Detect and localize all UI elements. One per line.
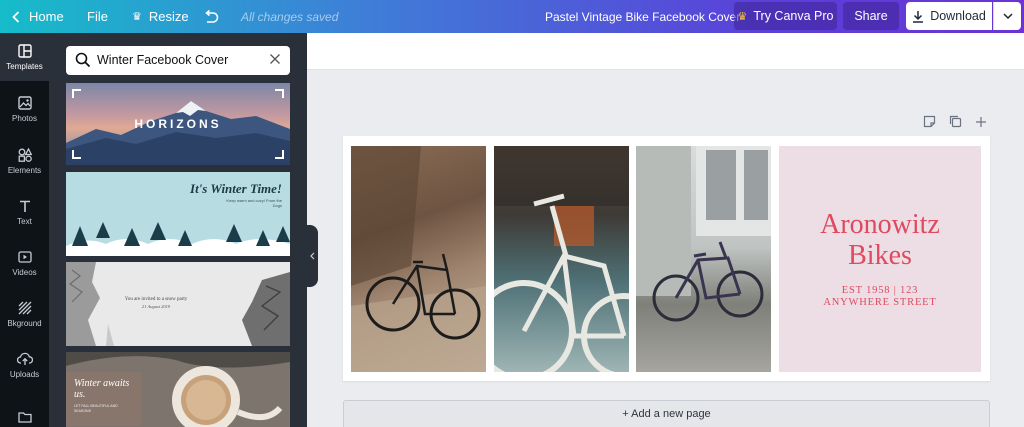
share-label: Share — [854, 9, 888, 23]
try-pro-button[interactable]: ♛ Try Canva Pro — [734, 2, 837, 30]
videos-icon — [17, 250, 32, 263]
chevron-left-icon — [309, 252, 314, 260]
sidebar-item-videos[interactable]: Videos — [0, 239, 49, 287]
template-line-1: You are invited to a snow party — [124, 297, 188, 302]
chevron-down-icon — [1002, 13, 1013, 19]
sidebar-item-label: Text — [17, 216, 32, 226]
brand-address-line-1: EST 1958 | 123 — [841, 285, 919, 296]
add-new-page-button[interactable]: + Add a new page — [343, 400, 990, 427]
home-label: Home — [29, 9, 64, 24]
text-icon — [19, 200, 30, 212]
bike-photo-2[interactable] — [494, 146, 629, 372]
page-notes-button[interactable] — [923, 115, 936, 131]
sidebar-item-uploads[interactable]: Uploads — [0, 341, 49, 389]
sidebar-item-label: Templates — [6, 61, 43, 71]
background-icon — [18, 301, 31, 314]
sidebar-item-label: Uploads — [9, 369, 40, 379]
brand-address[interactable]: EST 1958 | 123 ANYWHERE STREET — [779, 285, 981, 309]
design-canvas[interactable]: Aronowitz Bikes EST 1958 | 123 ANYWHERE … — [343, 136, 990, 381]
undo-icon — [205, 9, 219, 23]
side-rail: Templates Photos Elements Text Videos Bk… — [0, 33, 49, 427]
template-card-winter-awaits[interactable]: Winter awaits us. LET FALL BEAUTIFUL AND… — [66, 352, 290, 427]
sidebar-item-photos[interactable]: Photos — [0, 85, 49, 133]
search-input[interactable] — [97, 50, 257, 70]
template-card-snow-party[interactable]: You are invited to a snow party 21 Augus… — [66, 262, 290, 346]
file-menu[interactable]: File — [87, 0, 108, 33]
brand-title[interactable]: Aronowitz Bikes — [815, 209, 945, 271]
templates-panel: HORIZONS It's Winter Time! Keep warm and… — [49, 33, 307, 427]
close-icon[interactable] — [269, 53, 281, 65]
template-title: It's Winter Time! — [190, 181, 282, 196]
design-title[interactable]: Pastel Vintage Bike Facebook Cover — [545, 0, 740, 33]
chevron-left-icon — [12, 10, 20, 23]
sidebar-item-label: Videos — [12, 267, 37, 277]
template-title: HORIZONS — [134, 117, 222, 131]
template-card-winter-time[interactable]: It's Winter Time! Keep warm and cozy! Fr… — [66, 172, 290, 256]
sidebar-item-text[interactable]: Text — [0, 188, 49, 236]
template-subtitle: LET FALL BEAUTIFUL AND SEASONS — [74, 404, 118, 413]
download-button[interactable]: Download — [906, 2, 992, 30]
crown-icon: ♛ — [132, 11, 142, 23]
uploads-icon — [16, 352, 33, 365]
download-options-button[interactable] — [993, 2, 1021, 30]
sidebar-item-templates[interactable]: Templates — [0, 33, 49, 81]
download-label: Download — [930, 9, 986, 23]
elements-icon — [18, 147, 32, 162]
sidebar-item-label: Bkground — [7, 318, 42, 328]
templates-icon — [17, 43, 32, 58]
copy-icon — [949, 115, 962, 128]
sidebar-item-elements[interactable]: Elements — [0, 137, 49, 185]
template-line-2: 21 August 2019 — [141, 304, 171, 309]
plus-icon — [976, 117, 986, 127]
save-status: All changes saved — [241, 9, 339, 24]
template-subtitle: Keep warm and cozy! From the Dogs — [226, 198, 282, 208]
search-box — [66, 46, 290, 75]
brand-text-card[interactable]: Aronowitz Bikes EST 1958 | 123 ANYWHERE … — [779, 146, 981, 372]
bicycle-image — [636, 146, 771, 322]
file-label: File — [87, 9, 108, 24]
top-bar: Home File ♛ Resize All changes saved Pas… — [0, 0, 1024, 33]
duplicate-page-button[interactable] — [949, 115, 962, 131]
add-page-plus-button[interactable] — [975, 115, 987, 131]
folder-icon — [17, 412, 32, 423]
resize-button[interactable]: ♛ Resize — [132, 0, 189, 33]
bicycle-image — [494, 146, 629, 372]
resize-label: Resize — [148, 9, 189, 24]
undo-button[interactable] — [203, 0, 219, 33]
home-button[interactable]: Home — [12, 0, 64, 33]
sidebar-item-label: Elements — [7, 165, 42, 175]
crown-icon: ♛ — [737, 10, 748, 23]
template-title: Winter awaits us. — [74, 378, 130, 400]
template-card-horizons[interactable]: HORIZONS — [66, 83, 290, 165]
photos-icon — [17, 95, 32, 110]
bike-photo-3[interactable] — [636, 146, 771, 372]
try-pro-label: Try Canva Pro — [753, 9, 834, 23]
sidebar-item-background[interactable]: Bkground — [0, 290, 49, 338]
editor-toolbar — [307, 33, 1024, 70]
brand-address-line-2: ANYWHERE STREET — [823, 297, 937, 308]
note-icon — [923, 115, 936, 128]
template-text-box: Winter awaits us. LET FALL BEAUTIFUL AND… — [66, 372, 141, 426]
bike-photo-1[interactable] — [351, 146, 486, 372]
share-button[interactable]: Share — [843, 2, 899, 30]
search-icon — [75, 52, 91, 68]
sidebar-item-folder[interactable] — [0, 393, 49, 427]
sidebar-item-label: Photos — [12, 113, 37, 123]
collapse-panel-handle[interactable] — [306, 225, 318, 287]
download-icon — [913, 10, 924, 23]
bicycle-image — [351, 146, 486, 372]
